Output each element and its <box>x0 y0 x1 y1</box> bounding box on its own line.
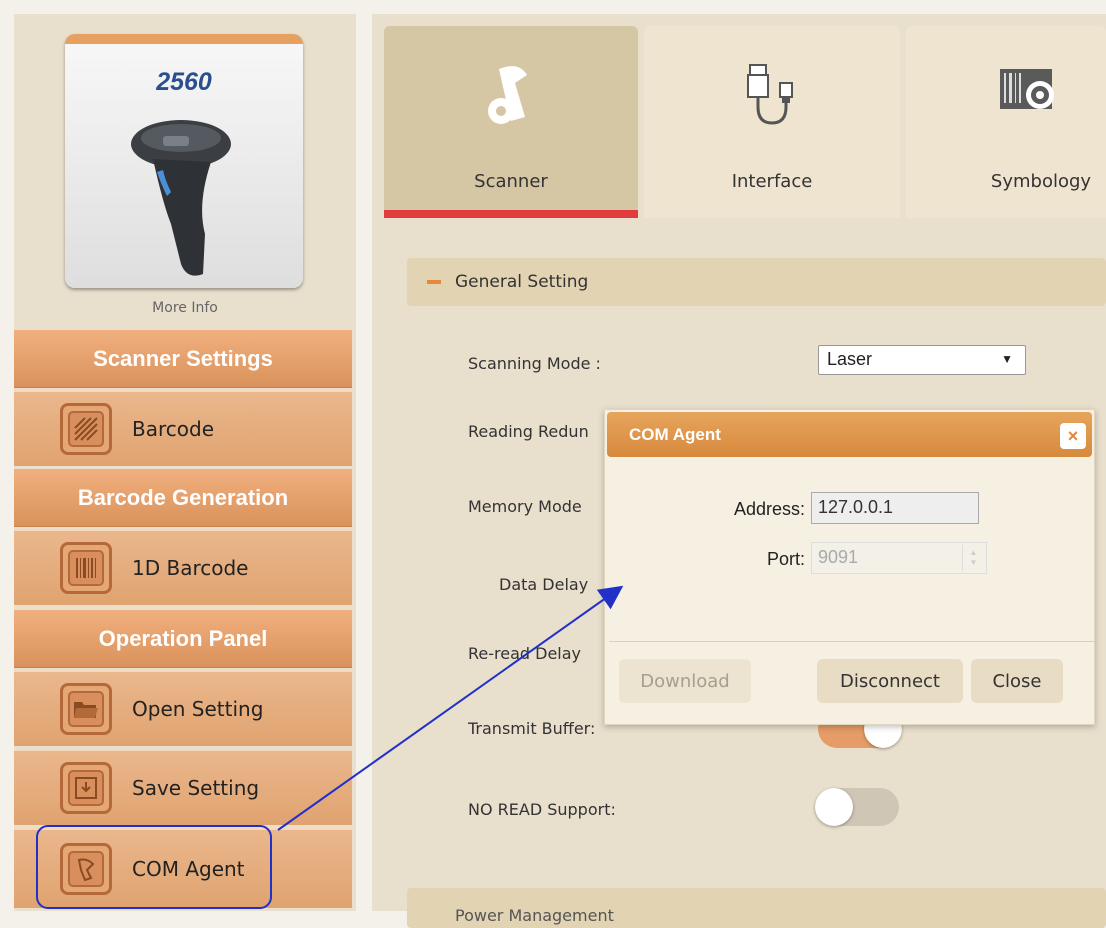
com-agent-dialog: COM Agent × Address: 127.0.0.1 Port: 909… <box>604 409 1095 725</box>
no-read-support-label: NO READ Support: <box>468 800 616 819</box>
more-info-link[interactable]: More Info <box>14 300 356 316</box>
annotation-highlight-box <box>36 825 272 909</box>
sidebar-item-save-setting[interactable]: Save Setting <box>14 749 352 825</box>
sidebar-item-open-setting[interactable]: Open Setting <box>14 670 352 746</box>
reading-redundancy-label: Reading Redun <box>468 422 589 441</box>
toggle-knob <box>815 788 853 826</box>
port-stepper-icon[interactable]: ▲ ▼ <box>962 545 984 571</box>
reread-delay-label: Re-read Delay <box>468 644 582 663</box>
barcode-scanner-image <box>131 120 231 276</box>
address-label: Address: <box>733 499 805 519</box>
active-tab-indicator <box>384 210 638 218</box>
sidebar-header-operation-panel[interactable]: Operation Panel <box>14 610 352 668</box>
tab-label: Interface <box>731 171 813 192</box>
select-value: Laser <box>827 349 873 369</box>
barcode-pattern-icon <box>60 403 112 455</box>
dialog-divider <box>609 641 1094 642</box>
usb-cable-icon <box>747 64 793 125</box>
data-delay-label: Data Delay <box>499 575 589 594</box>
tab-label: Symbology <box>990 171 1092 192</box>
disconnect-button[interactable]: Disconnect <box>817 659 963 703</box>
section-title: General Setting <box>455 272 589 292</box>
sidebar-header-barcode-generation[interactable]: Barcode Generation <box>14 469 352 527</box>
port-input[interactable]: 9091 ▲ ▼ <box>811 542 987 574</box>
memory-mode-label: Memory Mode <box>468 497 582 516</box>
section-power-management[interactable]: Power Management <box>407 888 1106 928</box>
save-icon <box>60 762 112 814</box>
port-value: 9091 <box>818 547 859 567</box>
product-image-card[interactable]: 2560 <box>65 34 303 288</box>
download-button[interactable]: Download <box>619 659 751 703</box>
tab-label: Scanner <box>474 171 548 192</box>
close-button[interactable]: Close <box>971 659 1063 703</box>
port-label: Port: <box>766 549 805 569</box>
barcode-gear-icon <box>1000 69 1054 109</box>
dropdown-arrow-icon: ▼ <box>1001 352 1013 366</box>
tab-interface[interactable]: Interface <box>644 26 900 218</box>
close-icon[interactable]: × <box>1060 423 1086 449</box>
product-model: 2560 <box>156 68 212 96</box>
no-read-support-toggle[interactable] <box>815 788 899 826</box>
barcode-1d-icon <box>60 542 112 594</box>
sidebar-item-label: Save Setting <box>132 776 260 800</box>
sidebar-item-label: Barcode <box>132 417 214 441</box>
sidebar-header-scanner-settings[interactable]: Scanner Settings <box>14 330 352 388</box>
tab-scanner[interactable]: Scanner <box>384 26 638 218</box>
collapse-icon <box>427 280 441 284</box>
address-input[interactable]: 127.0.0.1 <box>811 492 979 524</box>
sidebar-item-label: Open Setting <box>132 697 264 721</box>
scanning-mode-select[interactable]: Laser ▼ <box>818 345 1026 375</box>
sidebar-item-barcode[interactable]: Barcode <box>14 390 352 466</box>
tab-symbology[interactable]: Symbology <box>906 26 1106 218</box>
sidebar-item-label: 1D Barcode <box>132 556 249 580</box>
transmit-buffer-label: Transmit Buffer: <box>468 719 596 738</box>
section-general-setting[interactable]: General Setting <box>407 258 1106 306</box>
scanner-gear-icon <box>488 66 527 124</box>
folder-icon <box>60 683 112 735</box>
dialog-title: COM Agent <box>629 424 721 444</box>
sidebar-item-1d-barcode[interactable]: 1D Barcode <box>14 529 352 605</box>
scanning-mode-label: Scanning Mode : <box>468 354 601 373</box>
dialog-title-bar: COM Agent × <box>607 412 1092 457</box>
